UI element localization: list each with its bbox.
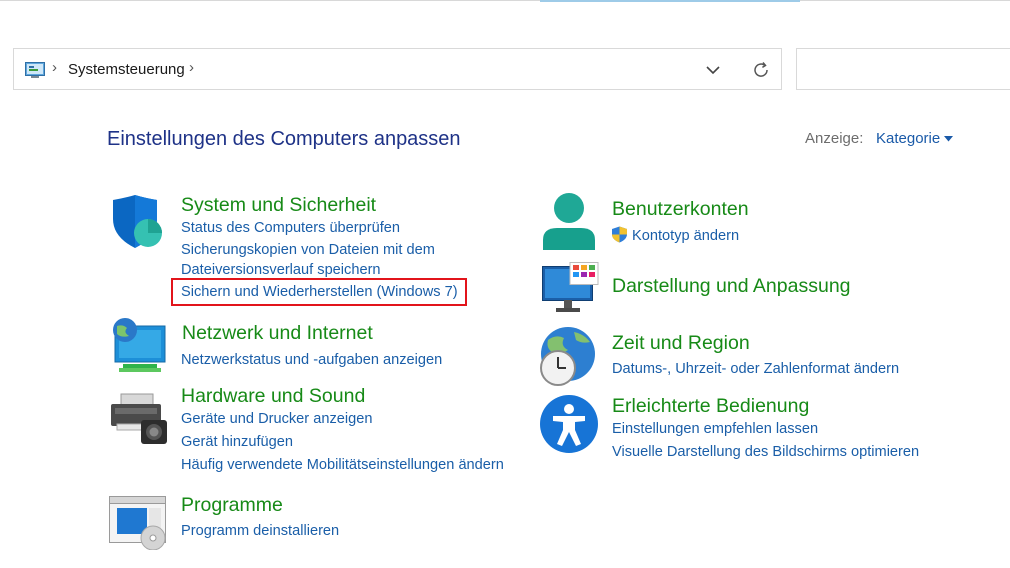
link-mobility-settings[interactable]: Häufig verwendete Mobilitätseinstellunge… <box>181 457 504 473</box>
view-mode-dropdown[interactable]: Kategorie <box>876 130 940 147</box>
link-uninstall-program[interactable]: Programm deinstallieren <box>181 523 339 539</box>
clock-globe-icon[interactable] <box>538 326 600 388</box>
search-input[interactable] <box>796 48 1010 90</box>
control-panel-icon <box>25 62 45 78</box>
network-globe-icon[interactable] <box>109 318 167 376</box>
category-ease-of-access[interactable]: Erleichterte Bedienung <box>612 395 809 418</box>
link-file-history-line2[interactable]: Dateiversionsverlauf speichern <box>181 262 381 278</box>
category-programs[interactable]: Programme <box>181 494 283 517</box>
link-change-account-type[interactable]: Kontotyp ändern <box>632 228 739 244</box>
category-appearance-personalization[interactable]: Darstellung und Anpassung <box>612 275 851 298</box>
view-label: Anzeige: <box>805 130 864 147</box>
address-bar[interactable]: › Systemsteuerung › <box>13 48 782 90</box>
page-title: Einstellungen des Computers anpassen <box>107 128 461 150</box>
category-system-security[interactable]: System und Sicherheit <box>181 194 376 217</box>
dropdown-caret-icon[interactable] <box>944 136 953 142</box>
accessibility-icon[interactable] <box>539 394 599 454</box>
chevron-down-icon[interactable] <box>704 63 722 77</box>
window-top-border <box>0 0 1010 1</box>
link-optimize-visual-display[interactable]: Visuelle Darstellung des Bildschirms opt… <box>612 444 919 460</box>
printer-camera-icon[interactable] <box>109 390 169 446</box>
category-network-internet[interactable]: Netzwerk und Internet <box>182 322 373 345</box>
link-date-time-format[interactable]: Datums-, Uhrzeit- oder Zahlenformat ände… <box>612 361 899 377</box>
uac-shield-icon <box>612 226 627 243</box>
link-add-device[interactable]: Gerät hinzufügen <box>181 434 293 450</box>
category-time-region[interactable]: Zeit und Region <box>612 332 750 355</box>
breadcrumb-systemsteuerung[interactable]: Systemsteuerung <box>68 61 185 78</box>
breadcrumb-expand-chevron[interactable]: › <box>189 59 194 76</box>
breadcrumb-separator: › <box>52 59 57 76</box>
link-file-history-line1[interactable]: Sicherungskopien von Dateien mit dem <box>181 242 435 258</box>
link-recommend-settings[interactable]: Einstellungen empfehlen lassen <box>612 421 818 437</box>
link-network-status[interactable]: Netzwerkstatus und -aufgaben anzeigen <box>181 352 442 368</box>
refresh-icon[interactable] <box>751 60 771 80</box>
link-devices-printers[interactable]: Geräte und Drucker anzeigen <box>181 411 372 427</box>
highlight-box <box>171 278 467 306</box>
window-top-accent <box>540 0 800 2</box>
category-hardware-sound[interactable]: Hardware und Sound <box>181 385 365 408</box>
user-accounts-icon[interactable] <box>541 192 597 252</box>
programs-icon[interactable] <box>109 494 169 550</box>
security-shield-icon[interactable] <box>109 195 165 251</box>
link-check-computer-status[interactable]: Status des Computers überprüfen <box>181 220 400 236</box>
category-user-accounts[interactable]: Benutzerkonten <box>612 198 749 221</box>
appearance-monitor-icon[interactable] <box>542 262 600 314</box>
